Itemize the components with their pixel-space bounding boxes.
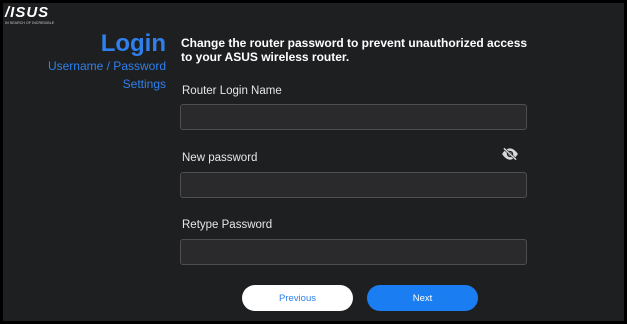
login-name-input[interactable]	[180, 104, 527, 130]
sidebar-item-settings[interactable]: Settings	[6, 75, 166, 93]
page-description: Change the router password to prevent un…	[181, 36, 528, 64]
previous-button[interactable]: Previous	[242, 285, 353, 311]
sidebar-nav: Login Username / Password Settings	[6, 31, 166, 93]
asus-logo: /ISUS IN SEARCH OF INCREDIBLE	[5, 4, 57, 28]
next-button[interactable]: Next	[367, 285, 478, 311]
retype-password-input[interactable]	[180, 239, 527, 265]
new-password-label: New password	[182, 152, 258, 164]
logo-tagline: IN SEARCH OF INCREDIBLE	[5, 21, 55, 25]
new-password-input[interactable]	[180, 172, 527, 198]
login-name-label: Router Login Name	[182, 85, 282, 97]
sidebar-item-username-password[interactable]: Username / Password	[6, 57, 166, 75]
main-content: Change the router password to prevent un…	[181, 36, 541, 64]
retype-password-label: Retype Password	[182, 219, 273, 231]
logo-wordmark: /ISUS	[5, 4, 50, 21]
eye-slash-icon[interactable]	[501, 147, 519, 161]
sidebar-title: Login	[100, 30, 166, 57]
